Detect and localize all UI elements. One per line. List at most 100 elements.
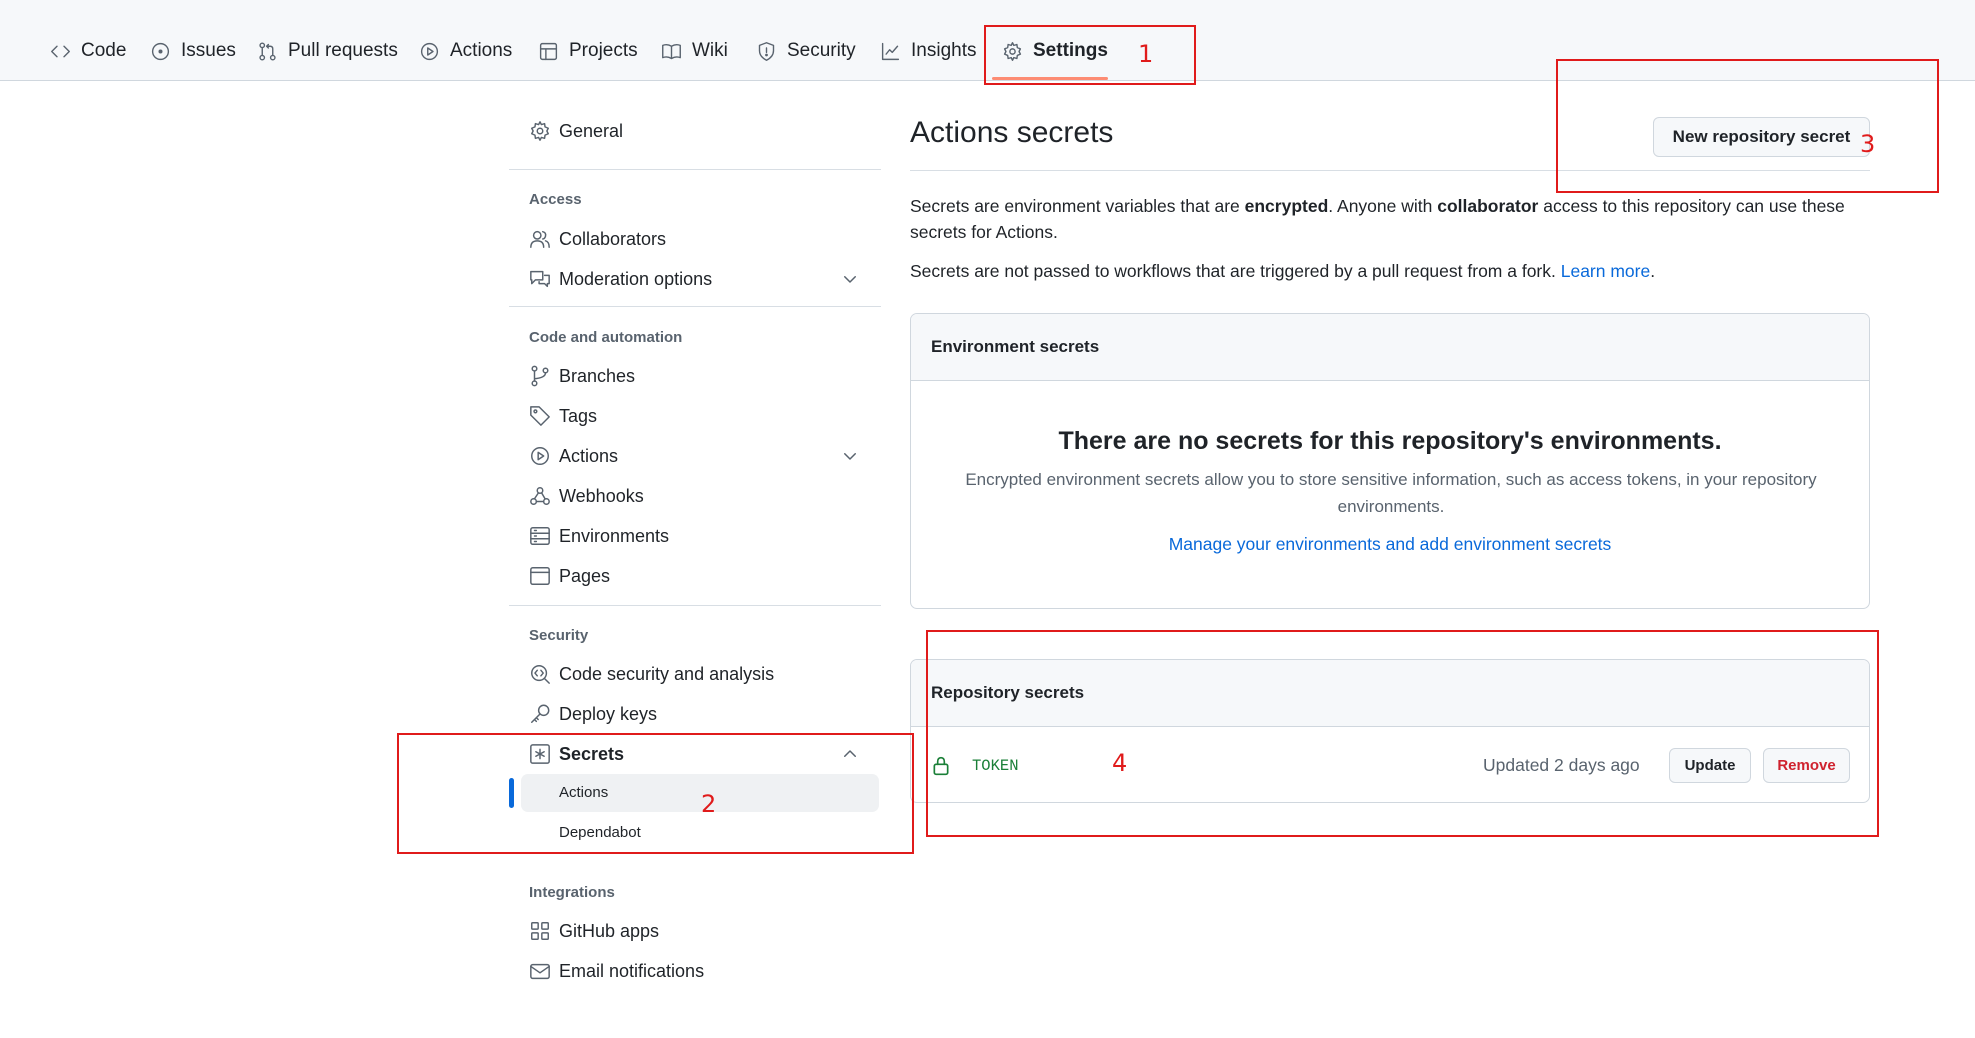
description-emphasis: collaborator bbox=[1437, 196, 1539, 216]
title-divider bbox=[910, 170, 1870, 171]
panel-header: Repository secrets bbox=[911, 660, 1869, 727]
tab-code[interactable]: Code bbox=[50, 36, 126, 66]
tab-label: Code bbox=[81, 40, 127, 61]
tab-settings[interactable]: Settings bbox=[1002, 36, 1108, 66]
repo-nav: Code Issues Pull requests Actions Projec… bbox=[0, 0, 1975, 81]
tab-insights[interactable]: Insights bbox=[880, 36, 976, 66]
secrets-description: Secrets are environment variables that a… bbox=[910, 193, 1880, 245]
play-icon bbox=[531, 447, 549, 465]
webhook-icon bbox=[530, 487, 550, 505]
sidebar-item-collaborators[interactable]: Collaborators bbox=[509, 220, 881, 258]
sidebar-divider bbox=[509, 169, 881, 170]
new-repository-secret-button[interactable]: New repository secret bbox=[1653, 117, 1870, 157]
annotation-number-1: 1 bbox=[1138, 40, 1154, 68]
sidebar-item-webhooks[interactable]: Webhooks bbox=[509, 477, 881, 515]
tab-security[interactable]: Security bbox=[756, 36, 856, 66]
sidebar-item-code-security[interactable]: Code security and analysis bbox=[509, 655, 881, 693]
tab-pull-requests[interactable]: Pull requests bbox=[257, 36, 398, 66]
comment-discussion-icon bbox=[530, 270, 550, 288]
learn-more-link[interactable]: Learn more bbox=[1561, 261, 1651, 281]
tab-label: Security bbox=[787, 40, 856, 61]
sidebar-item-moderation[interactable]: Moderation options bbox=[509, 260, 881, 298]
environment-secrets-panel: Environment secrets There are no secrets… bbox=[910, 313, 1870, 609]
sidebar-item-label: Branches bbox=[559, 365, 636, 386]
apps-icon bbox=[531, 922, 549, 940]
book-icon bbox=[662, 43, 681, 59]
sidebar-item-label: Webhooks bbox=[559, 485, 644, 506]
sidebar-item-pages[interactable]: Pages bbox=[509, 557, 881, 595]
sidebar-item-secrets[interactable]: Secrets bbox=[509, 735, 881, 773]
play-icon bbox=[420, 42, 439, 60]
tab-label: Actions bbox=[450, 40, 513, 61]
fork-notice-text: Secrets are not passed to workflows that… bbox=[910, 261, 1561, 281]
description-text: . Anyone with bbox=[1328, 196, 1438, 216]
code-icon bbox=[51, 45, 70, 57]
repository-secrets-panel: Repository secrets TOKEN Updated 2 days … bbox=[910, 659, 1870, 803]
issue-icon bbox=[151, 42, 170, 60]
description-text: Secrets are environment variables that a… bbox=[910, 196, 1245, 216]
sidebar-item-github-apps[interactable]: GitHub apps bbox=[509, 912, 881, 950]
page-title: Actions secrets bbox=[910, 116, 1114, 149]
sidebar-divider bbox=[509, 605, 881, 606]
sidebar-item-label: Pages bbox=[559, 565, 611, 586]
tab-projects[interactable]: Projects bbox=[538, 36, 638, 66]
fork-notice-text: . bbox=[1650, 261, 1656, 281]
sidebar-item-label: Actions bbox=[559, 445, 619, 466]
key-asterisk-icon bbox=[530, 744, 550, 764]
sidebar-heading-code-automation: Code and automation bbox=[529, 329, 683, 346]
empty-state-link-wrap: Manage your environments and add environ… bbox=[911, 534, 1869, 555]
update-secret-button[interactable]: Update bbox=[1669, 748, 1751, 783]
tab-wiki[interactable]: Wiki bbox=[661, 36, 728, 66]
tab-issues[interactable]: Issues bbox=[150, 36, 236, 66]
fork-notice: Secrets are not passed to workflows that… bbox=[910, 258, 1880, 284]
sidebar-item-email-notifications[interactable]: Email notifications bbox=[509, 952, 881, 990]
sidebar-item-actions[interactable]: Actions bbox=[509, 437, 881, 475]
table-icon bbox=[539, 42, 558, 60]
sidebar-heading-integrations: Integrations bbox=[529, 884, 615, 901]
sidebar-item-label: Environments bbox=[559, 525, 670, 546]
pull-request-icon bbox=[259, 41, 276, 61]
people-icon bbox=[530, 230, 550, 248]
tab-label: Insights bbox=[911, 40, 977, 61]
gear-icon bbox=[531, 121, 549, 141]
secret-name: TOKEN bbox=[972, 757, 1019, 775]
chevron-down-icon[interactable] bbox=[841, 447, 859, 465]
manage-environments-link[interactable]: Manage your environments and add environ… bbox=[1169, 534, 1612, 554]
sidebar-subitem-secrets-dependabot[interactable]: Dependabot bbox=[509, 814, 881, 852]
panel-heading: Repository secrets bbox=[931, 683, 1085, 702]
empty-state-text: Encrypted environment secrets allow you … bbox=[965, 470, 1817, 516]
sidebar-item-label: Collaborators bbox=[559, 228, 667, 249]
sidebar-item-label: Actions bbox=[559, 784, 609, 801]
key-icon bbox=[531, 704, 550, 723]
sidebar-item-tags[interactable]: Tags bbox=[509, 397, 881, 435]
tab-label: Issues bbox=[181, 40, 236, 61]
tab-label: Projects bbox=[569, 40, 638, 61]
git-branch-icon bbox=[531, 365, 549, 387]
sidebar-heading-security: Security bbox=[529, 627, 589, 644]
selected-tab-underline bbox=[992, 77, 1108, 80]
tab-label: Wiki bbox=[692, 40, 728, 61]
graph-icon bbox=[881, 42, 900, 60]
panel-header: Environment secrets bbox=[911, 314, 1869, 381]
sidebar-item-label: Deploy keys bbox=[559, 703, 658, 724]
tab-label: Pull requests bbox=[288, 40, 398, 61]
sidebar-item-general[interactable]: General bbox=[509, 112, 881, 150]
sidebar-subitem-secrets-actions[interactable]: Actions bbox=[521, 774, 879, 812]
description-emphasis: encrypted bbox=[1244, 196, 1329, 216]
tab-actions[interactable]: Actions bbox=[419, 36, 512, 66]
sidebar-item-branches[interactable]: Branches bbox=[509, 357, 881, 395]
tag-icon bbox=[530, 406, 550, 426]
lock-icon bbox=[933, 756, 949, 776]
remove-secret-button[interactable]: Remove bbox=[1763, 748, 1850, 783]
server-icon bbox=[530, 527, 550, 545]
sidebar-item-label: Code security and analysis bbox=[559, 663, 775, 684]
tab-label: Settings bbox=[1033, 40, 1108, 61]
annotation-number-4: 4 bbox=[1112, 749, 1128, 777]
chevron-up-icon[interactable] bbox=[841, 745, 859, 763]
mail-icon bbox=[530, 963, 550, 980]
sidebar-item-deploy-keys[interactable]: Deploy keys bbox=[509, 695, 881, 733]
sidebar-divider bbox=[509, 306, 881, 307]
annotation-number-3: 3 bbox=[1860, 130, 1876, 158]
sidebar-item-environments[interactable]: Environments bbox=[509, 517, 881, 555]
chevron-down-icon[interactable] bbox=[841, 270, 859, 288]
